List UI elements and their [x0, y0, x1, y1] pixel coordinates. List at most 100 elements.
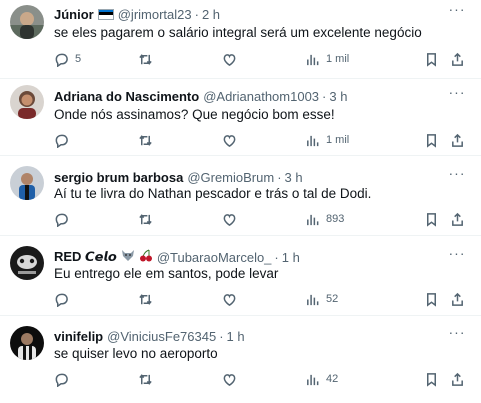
avatar[interactable] — [10, 85, 44, 119]
timestamp[interactable]: 2 h — [202, 7, 220, 22]
avatar[interactable] — [10, 5, 44, 39]
retweet-button[interactable] — [138, 290, 153, 308]
share-button[interactable] — [450, 290, 465, 308]
author-handle[interactable]: @GremioBrum — [187, 170, 274, 185]
views-count: 52 — [326, 293, 339, 305]
reply-count: 5 — [75, 53, 82, 65]
share-icon — [452, 292, 463, 306]
cherries-icon — [139, 249, 153, 265]
reply-icon — [55, 134, 68, 148]
more-options-icon[interactable]: ··· — [447, 2, 467, 20]
reply-icon — [55, 53, 68, 67]
retweet-icon — [139, 53, 152, 65]
share-icon — [452, 212, 463, 226]
more-options-icon[interactable]: ··· — [447, 325, 467, 343]
views-button[interactable]: 52 — [305, 290, 338, 308]
share-icon — [452, 133, 463, 147]
separator: · — [322, 88, 327, 104]
bookmark-button[interactable] — [424, 370, 439, 388]
share-button[interactable] — [450, 210, 465, 228]
author-name[interactable]: sergio brum barbosa — [54, 170, 183, 185]
author-name[interactable]: vinifelip — [54, 329, 103, 344]
author-handle[interactable]: @Adrianathom1003 — [203, 89, 319, 104]
share-button[interactable] — [450, 131, 465, 149]
tweet-text: se quiser levo no aeroporto — [54, 346, 218, 361]
more-options-icon[interactable]: ··· — [447, 85, 467, 103]
separator: · — [274, 249, 279, 265]
timestamp[interactable]: 1 h — [227, 329, 245, 344]
retweet-icon — [139, 373, 152, 385]
like-button[interactable] — [222, 210, 237, 228]
retweet-button[interactable] — [138, 131, 153, 149]
reply-button[interactable] — [54, 210, 69, 228]
avatar[interactable] — [10, 246, 44, 280]
more-options-icon[interactable]: ··· — [447, 166, 467, 184]
share-icon — [452, 52, 463, 66]
share-button[interactable] — [450, 370, 465, 388]
heart-icon — [223, 373, 236, 386]
like-button[interactable] — [222, 131, 237, 149]
author-name[interactable]: Júnior — [54, 7, 94, 22]
views-count: 893 — [326, 213, 345, 225]
views-button[interactable]: 893 — [305, 210, 344, 228]
reply-button[interactable] — [54, 290, 69, 308]
heart-icon — [223, 293, 236, 306]
views-chart-icon — [307, 374, 319, 385]
author-name[interactable]: Adriana do Nascimento — [54, 89, 199, 104]
reply-icon — [55, 373, 68, 387]
views-button[interactable]: 42 — [305, 370, 338, 388]
tweet-text: Aí tu te livra do Nathan pescador e trás… — [54, 186, 372, 201]
more-options-icon[interactable]: ··· — [447, 246, 467, 264]
tweet-text: Onde nós assinamos? Que negócio bom esse… — [54, 107, 335, 122]
bookmark-button[interactable] — [424, 131, 439, 149]
retweet-button[interactable] — [138, 210, 153, 228]
retweet-button[interactable] — [138, 50, 153, 68]
avatar[interactable] — [10, 326, 44, 360]
timestamp[interactable]: 3 h — [329, 89, 347, 104]
author-handle[interactable]: @TubaraoMarcelo_ — [157, 250, 272, 265]
bookmark-button[interactable] — [424, 50, 439, 68]
retweet-button[interactable] — [138, 370, 153, 388]
bookmark-button[interactable] — [424, 290, 439, 308]
reply-button[interactable] — [54, 131, 69, 149]
heart-icon — [223, 134, 236, 147]
tweet[interactable]: RED 𝘾𝙚𝙡𝙤 @TubaraoMarcelo_ · 1 h ··· Eu e… — [0, 236, 481, 316]
author-handle[interactable]: @jrimortal23 — [118, 7, 192, 22]
like-button[interactable] — [222, 290, 237, 308]
tweet[interactable]: Júnior @jrimortal23 · 2 h ··· se eles pa… — [0, 0, 481, 79]
avatar[interactable] — [10, 166, 44, 200]
views-button[interactable]: 1 mil — [305, 50, 349, 68]
views-chart-icon — [307, 294, 319, 305]
reply-button[interactable] — [54, 370, 69, 388]
reply-icon — [55, 213, 68, 227]
like-button[interactable] — [222, 50, 237, 68]
tweet[interactable]: vinifelip @ViniciusFe76345 · 1 h ··· se … — [0, 316, 481, 403]
tweet[interactable]: Adriana do Nascimento @Adrianathom1003 ·… — [0, 79, 481, 156]
views-count: 1 mil — [326, 53, 350, 65]
separator: · — [219, 328, 224, 344]
tweet-text: se eles pagarem o salário integral será … — [54, 25, 422, 40]
share-button[interactable] — [450, 50, 465, 68]
separator: · — [277, 169, 282, 185]
author-handle[interactable]: @ViniciusFe76345 — [107, 329, 216, 344]
timestamp[interactable]: 1 h — [282, 250, 300, 265]
bookmark-icon — [427, 212, 436, 227]
author-name[interactable]: RED 𝘾𝙚𝙡𝙤 — [54, 249, 117, 265]
views-chart-icon — [307, 135, 319, 146]
bookmark-button[interactable] — [424, 210, 439, 228]
views-button[interactable]: 1 mil — [305, 131, 349, 149]
reply-icon — [55, 293, 68, 307]
tweet-text: Eu entrego ele em santos, pode levar — [54, 266, 279, 281]
reply-button[interactable]: 5 — [54, 50, 81, 68]
share-icon — [452, 372, 463, 386]
timestamp[interactable]: 3 h — [285, 170, 303, 185]
bookmark-icon — [427, 372, 436, 387]
heart-icon — [223, 53, 236, 66]
tweet[interactable]: sergio brum barbosa @GremioBrum · 3 h ··… — [0, 156, 481, 236]
estonian-flag-icon — [97, 8, 114, 20]
bookmark-icon — [427, 292, 436, 307]
like-button[interactable] — [222, 370, 237, 388]
views-chart-icon — [307, 214, 319, 225]
retweet-icon — [139, 213, 152, 225]
wolf-icon — [121, 249, 135, 265]
